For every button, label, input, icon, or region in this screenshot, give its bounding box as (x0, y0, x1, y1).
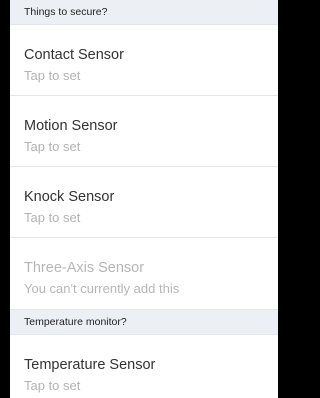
contact-sensor-subtitle: Tap to set (24, 68, 81, 83)
device-settings-panel: Things to secure? Contact Sensor Tap to … (10, 0, 278, 398)
contact-sensor-row[interactable]: Contact Sensor Tap to set (10, 25, 278, 96)
temperature-sensor-title: Temperature Sensor (24, 357, 156, 373)
contact-sensor-title: Contact Sensor (24, 47, 124, 63)
three-axis-sensor-row: Three-Axis Sensor You can't currently ad… (10, 238, 278, 309)
three-axis-sensor-subtitle: You can't currently add this (24, 281, 180, 296)
motion-sensor-title: Motion Sensor (24, 118, 118, 134)
section-header-temperature-monitor: Temperature monitor? (10, 309, 278, 335)
motion-sensor-row[interactable]: Motion Sensor Tap to set (10, 96, 278, 167)
knock-sensor-subtitle: Tap to set (24, 210, 81, 225)
temperature-sensor-subtitle: Tap to set (24, 378, 81, 393)
knock-sensor-row[interactable]: Knock Sensor Tap to set (10, 167, 278, 238)
knock-sensor-title: Knock Sensor (24, 189, 115, 205)
section-header-things-to-secure: Things to secure? (10, 0, 278, 25)
three-axis-sensor-title: Three-Axis Sensor (24, 260, 145, 276)
motion-sensor-subtitle: Tap to set (24, 139, 81, 154)
temperature-sensor-row[interactable]: Temperature Sensor Tap to set (10, 335, 278, 398)
